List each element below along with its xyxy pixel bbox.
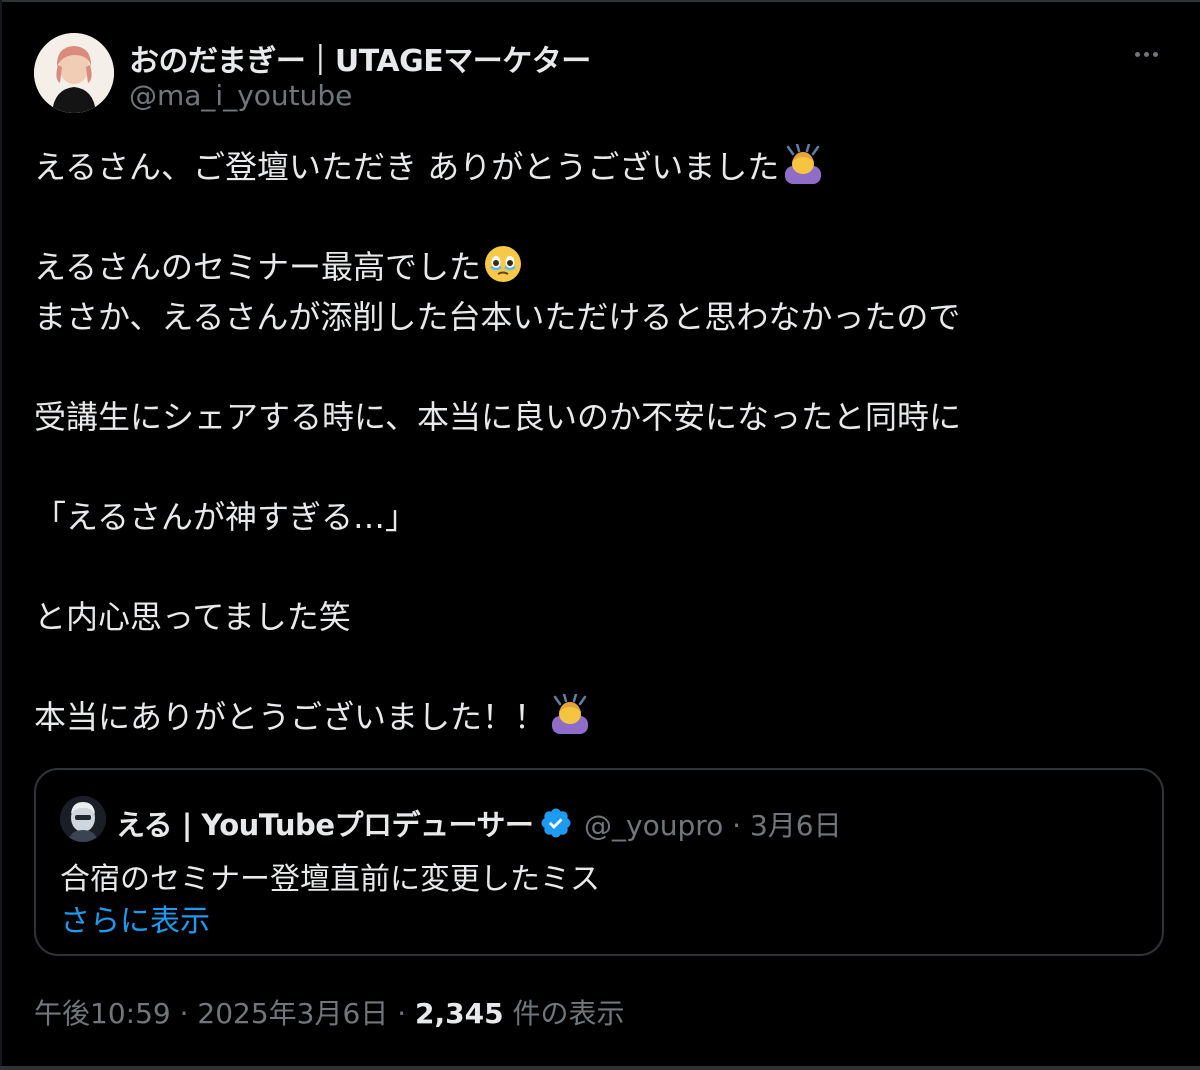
top-border <box>0 0 1200 2</box>
meta-separator: · <box>388 997 415 1030</box>
tweet-line: 受講生にシェアする時に、本当に良いのか不安になったと同時に <box>34 392 1154 442</box>
verified-badge-icon <box>541 808 571 838</box>
show-more-link[interactable]: さらに表示 <box>60 896 210 940</box>
tweet-line-text: えるさん、ご登壇いただき ありがとうございました <box>34 148 780 186</box>
quoted-tweet-meta: @_youpro · 3月6日 <box>584 804 842 844</box>
tweet-line: えるさんのセミナー最高でした <box>34 242 1154 292</box>
tweet-line: まさか、えるさんが添削した台本いただけると思わなかったので <box>34 292 1154 342</box>
tweet-line-text: 受講生にシェアする時に、本当に良いのか不安になったと同時に <box>34 398 962 436</box>
quoted-author-name[interactable]: える | YouTubeプロデューサー <box>116 802 534 844</box>
tweet-line-text: まさか、えるさんが添削した台本いただけると思わなかったので <box>34 298 961 336</box>
quoted-tweet-text: 合宿のセミナー登壇直前に変更したミス <box>60 862 600 897</box>
tweet-line-text: 「えるさんが神すぎる…」 <box>34 498 418 536</box>
meta-separator: · <box>170 997 198 1030</box>
author-avatar[interactable] <box>34 33 114 113</box>
more-horizontal-icon-dot <box>1152 51 1158 57</box>
person-bowing-emoji <box>552 694 589 734</box>
person-bowing-emoji <box>785 144 822 184</box>
tweet-line: 「えるさんが神すぎる…」 <box>34 492 1154 542</box>
face-holding-back-tears-emoji <box>485 246 522 282</box>
meta-separator: · <box>723 809 750 842</box>
more-horizontal-icon-dot <box>1143 51 1149 57</box>
tweet-date[interactable]: 2025年3月6日 <box>197 997 388 1030</box>
tweet-line: 本当にありがとうございました！！ <box>34 692 1154 742</box>
tweet-time[interactable]: 午後10:59 <box>34 997 171 1030</box>
tweet-line-text: 本当にありがとうございました！！ <box>34 698 547 736</box>
quoted-author-avatar[interactable] <box>60 796 106 842</box>
tweet-metadata: 午後10:59 · 2025年3月6日 · 2,345 件の表示 <box>34 992 624 1032</box>
bottom-divider <box>0 1066 1200 1070</box>
quoted-tweet-date[interactable]: 3月6日 <box>750 809 842 842</box>
tweet-line-text: と内心思ってました笑 <box>34 598 351 636</box>
tweet-text: えるさん、ご登壇いただき ありがとうございました えるさんのセミナー最高でした … <box>34 142 1154 742</box>
left-border <box>0 0 2 1070</box>
quoted-author-avatar-image <box>60 796 106 842</box>
more-horizontal-icon <box>1134 51 1140 57</box>
author-name[interactable]: おのだまぎー｜UTAGEマーケター <box>129 36 591 80</box>
tweet-line: えるさん、ご登壇いただき ありがとうございました <box>34 142 1154 192</box>
tweet-line-text: えるさんのセミナー最高でした <box>34 248 482 286</box>
quoted-tweet-card[interactable]: える | YouTubeプロデューサー @_youpro · 3月6日 合宿のセ… <box>34 768 1164 956</box>
quoted-author-handle[interactable]: @_youpro <box>584 809 723 842</box>
views-label: 件の表示 <box>503 997 625 1030</box>
views-count[interactable]: 2,345 <box>415 997 504 1030</box>
more-options-button[interactable] <box>1124 40 1168 68</box>
author-handle[interactable]: @ma_i_youtube <box>129 79 352 112</box>
author-avatar-image <box>34 33 114 113</box>
tweet-line: と内心思ってました笑 <box>34 592 1154 642</box>
